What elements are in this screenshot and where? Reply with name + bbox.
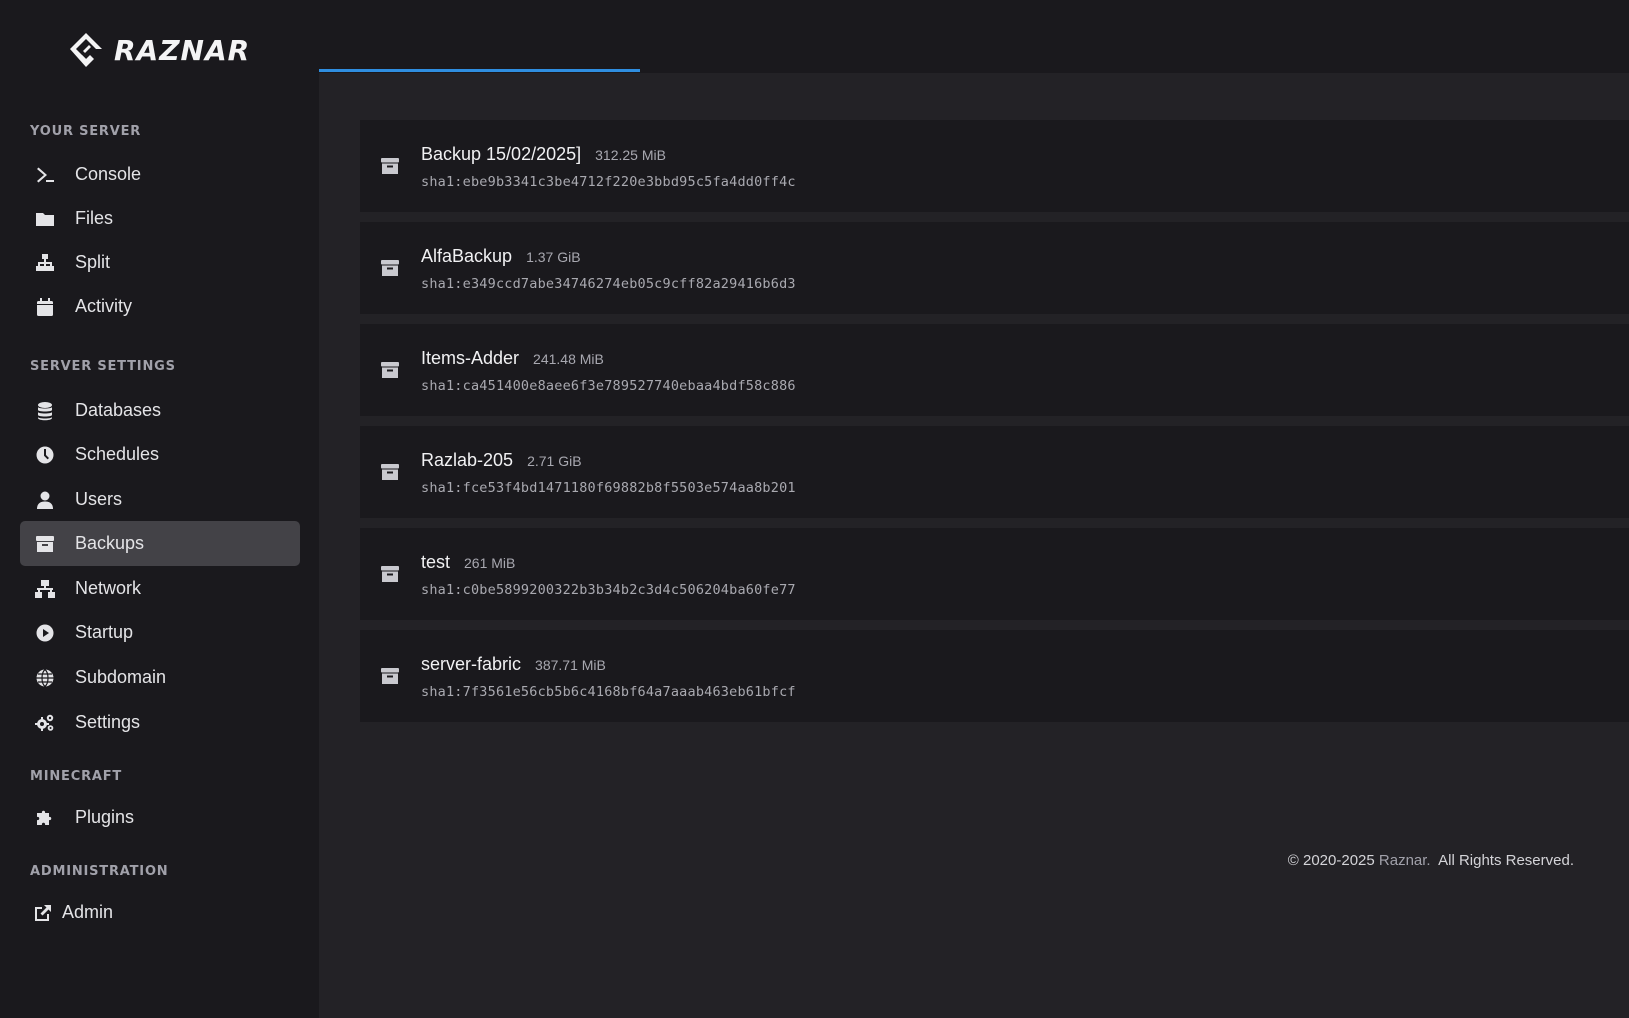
backup-size: 241.48 MiB [533, 351, 604, 367]
sidebar-item-label: Activity [75, 296, 133, 316]
calendar-icon [34, 296, 56, 318]
archive-icon [380, 258, 402, 280]
sidebar-item-activity[interactable]: Activity [20, 284, 300, 329]
sidebar-item-label: Split [75, 252, 111, 272]
backup-name: server-fabric 387.71 MiB [421, 654, 606, 674]
sidebar: RAZNAR YOUR SERVER Console Files Split A… [0, 0, 319, 1018]
folder-icon [34, 208, 56, 230]
external-link-icon [32, 902, 54, 924]
clock-icon [34, 444, 56, 466]
backup-row[interactable]: server-fabric 387.71 MiB sha1:7f3561e56cb… [360, 630, 1629, 722]
sidebar-item-label: Console [75, 164, 142, 184]
sidebar-item-label: Network [75, 578, 142, 598]
sidebar-item-files[interactable]: Files [20, 196, 300, 241]
raznar-logo-icon [70, 33, 102, 67]
sidebar-item-startup[interactable]: Startup [20, 610, 300, 655]
backup-checksum: sha1:ebe9b3341c3be4712f220e3bbd95c5fa4dd… [421, 174, 796, 190]
sidebar-item-split[interactable]: Split [20, 240, 300, 285]
puzzle-piece-icon [34, 807, 56, 829]
archive-icon [380, 666, 402, 688]
backup-size: 1.37 GiB [526, 249, 581, 265]
sidebar-item-admin[interactable]: Admin [20, 890, 300, 935]
sidebar-item-backups[interactable]: Backups [20, 521, 300, 566]
backup-checksum: sha1:e349ccd7abe34746274eb05c9cff82a2941… [421, 276, 796, 292]
gears-icon [34, 712, 56, 734]
top-bar [319, 0, 1629, 73]
backup-row[interactable]: Razlab-205 2.71 GiB sha1:fce53f4bd1471180… [360, 426, 1629, 518]
backup-name: AlfaBackup 1.37 GiB [421, 246, 581, 266]
terminal-icon [34, 164, 56, 186]
globe-icon [34, 667, 56, 689]
backup-name: Items-Adder 241.48 MiB [421, 348, 604, 368]
archive-icon [380, 462, 402, 484]
network-icon [34, 578, 56, 600]
sitemap-icon [34, 252, 56, 274]
database-icon [34, 400, 56, 422]
section-administration: ADMINISTRATION [30, 864, 169, 879]
user-icon [34, 489, 56, 511]
sidebar-item-label: Files [75, 208, 114, 228]
sidebar-item-subdomain[interactable]: Subdomain [20, 655, 300, 700]
backup-checksum: sha1:ca451400e8aee6f3e789527740ebaa4bdf5… [421, 378, 796, 394]
section-your-server: YOUR SERVER [30, 124, 142, 139]
play-circle-icon [34, 622, 56, 644]
backup-size: 261 MiB [464, 555, 516, 571]
sidebar-item-label: Schedules [75, 444, 160, 464]
footer-brand-link[interactable]: Raznar. [1379, 852, 1431, 869]
sidebar-item-plugins[interactable]: Plugins [20, 795, 300, 840]
backup-checksum: sha1:7f3561e56cb5b6c4168bf64a7aaab463eb6… [421, 684, 796, 700]
archive-icon [380, 360, 402, 382]
backup-size: 312.25 MiB [595, 147, 666, 163]
sidebar-item-label: Admin [62, 902, 114, 922]
backup-name: test 261 MiB [421, 552, 516, 572]
sidebar-item-label: Users [75, 489, 123, 509]
sidebar-item-console[interactable]: Console [20, 152, 300, 197]
sidebar-item-network[interactable]: Network [20, 566, 300, 611]
backup-row[interactable]: Backup 15/02/2025] 312.25 MiB sha1:ebe9b3… [360, 120, 1629, 212]
backup-checksum: sha1:c0be5899200322b3b34b2c3d4c506204ba6… [421, 582, 796, 598]
sidebar-item-databases[interactable]: Databases [20, 388, 300, 433]
sidebar-item-label: Subdomain [75, 667, 167, 687]
backup-name: Backup 15/02/2025] 312.25 MiB [421, 144, 666, 164]
sidebar-item-label: Backups [75, 533, 145, 553]
backup-checksum: sha1:fce53f4bd1471180f69882b8f5503e574aa… [421, 480, 796, 496]
sidebar-item-label: Databases [75, 400, 162, 420]
backup-size: 387.71 MiB [535, 657, 606, 673]
archive-icon [380, 564, 402, 586]
brand-logo[interactable]: RAZNAR [68, 30, 250, 70]
section-server-settings: SERVER SETTINGS [30, 359, 176, 374]
brand-name: RAZNAR [114, 33, 251, 67]
backup-row[interactable]: test 261 MiB sha1:c0be5899200322b3b34b2c3… [360, 528, 1629, 620]
sidebar-item-label: Settings [75, 712, 141, 732]
backup-name: Razlab-205 2.71 GiB [421, 450, 582, 470]
archive-box-icon [34, 533, 56, 555]
active-tab-indicator [319, 69, 640, 72]
backup-row[interactable]: AlfaBackup 1.37 GiB sha1:e349ccd7abe34746… [360, 222, 1629, 314]
archive-icon [380, 156, 402, 178]
section-minecraft: MINECRAFT [30, 769, 123, 784]
sidebar-item-label: Plugins [75, 807, 135, 827]
backup-row[interactable]: Items-Adder 241.48 MiB sha1:ca451400e8aee… [360, 324, 1629, 416]
footer-copyright: © 2020-2025 Raznar. All Rights Reserved. [1287, 852, 1574, 869]
sidebar-item-users[interactable]: Users [20, 477, 300, 522]
backup-size: 2.71 GiB [527, 453, 582, 469]
sidebar-item-schedules[interactable]: Schedules [20, 432, 300, 477]
sidebar-item-label: Startup [75, 622, 134, 642]
sidebar-item-settings[interactable]: Settings [20, 700, 300, 745]
